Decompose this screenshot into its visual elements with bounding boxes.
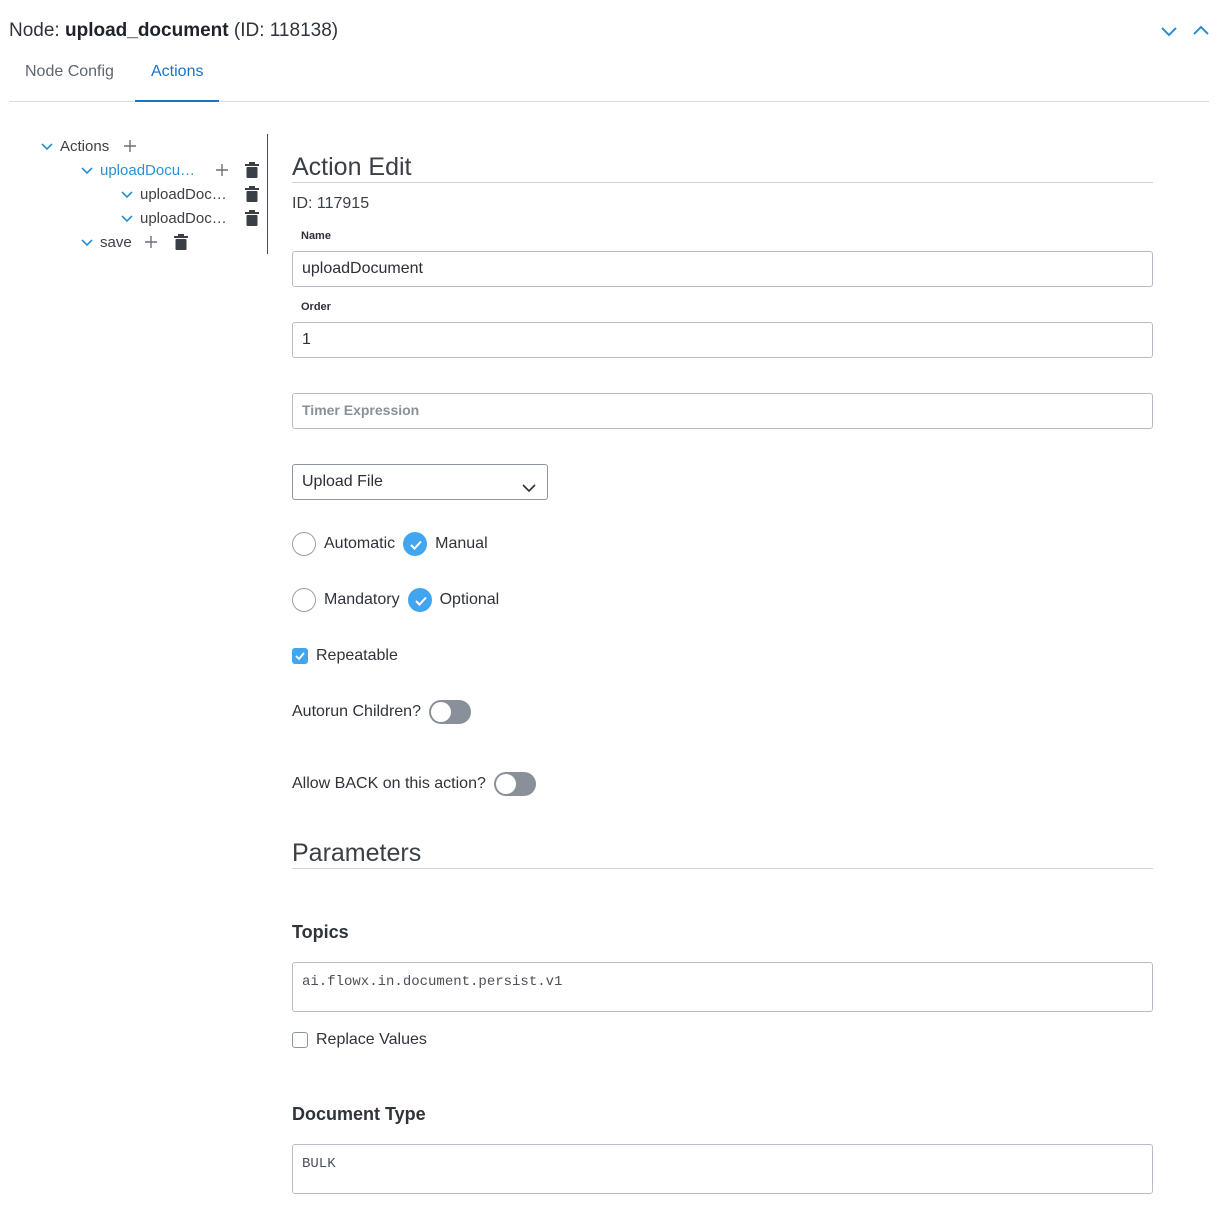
chevron-down-icon[interactable]	[80, 235, 94, 249]
plus-icon[interactable]	[123, 139, 137, 153]
name-label: Name	[301, 230, 331, 242]
chevron-down-icon[interactable]	[120, 211, 134, 225]
repeatable-checkbox[interactable]	[292, 648, 308, 664]
replace-values-label: Replace Values	[316, 1031, 427, 1048]
action-edit-title: Action Edit	[292, 153, 412, 181]
actions-tree: Actions uploadDocu… uploadDoc… uploadDoc…	[36, 134, 268, 254]
chevron-down-icon[interactable]	[40, 139, 54, 153]
repeatable-row: Repeatable	[292, 647, 398, 665]
tree-item[interactable]: uploadDoc…	[120, 182, 230, 206]
allow-back-label: Allow BACK on this action?	[292, 775, 486, 792]
manual-label: Manual	[435, 535, 488, 552]
topics-label: Topics	[292, 922, 349, 942]
tree-item[interactable]: save	[80, 230, 132, 254]
toggle-knob	[495, 774, 516, 794]
node-title-prefix: Node:	[9, 20, 60, 41]
replace-values-row: Replace Values	[292, 1031, 427, 1049]
document-type-textarea[interactable]: BULK	[292, 1144, 1153, 1194]
trash-icon[interactable]	[174, 234, 188, 250]
tab-bar: Node Config Actions	[9, 52, 1209, 102]
tree-label[interactable]: uploadDoc…	[140, 210, 227, 227]
automatic-label: Automatic	[324, 535, 396, 552]
chevron-down-icon[interactable]	[1158, 20, 1180, 42]
tree-label[interactable]: uploadDoc…	[140, 186, 227, 203]
automatic-radio[interactable]	[292, 532, 316, 556]
trash-icon[interactable]	[245, 162, 259, 178]
tree-label[interactable]: save	[100, 234, 132, 251]
toggle-knob	[430, 702, 451, 722]
node-id: (ID: 118138)	[233, 20, 339, 41]
action-type-select[interactable]: Upload File	[292, 464, 548, 500]
tree-item[interactable]: uploadDoc…	[120, 206, 230, 230]
optional-radio[interactable]	[407, 588, 432, 612]
trash-icon[interactable]	[245, 186, 259, 202]
autorun-label: Autorun Children?	[292, 703, 421, 720]
allow-back-row: Allow BACK on this action?	[292, 772, 536, 796]
action-type-value: Upload File	[302, 473, 383, 490]
requirement-radio-group: Mandatory Optional	[292, 587, 507, 613]
plus-icon[interactable]	[215, 163, 229, 177]
tree-label[interactable]: uploadDocu…	[100, 162, 195, 179]
node-title: Node: upload_document (ID: 118138)	[9, 19, 338, 43]
action-id: ID: 117915	[292, 195, 370, 212]
topics-textarea[interactable]: ai.flowx.in.document.persist.v1	[292, 962, 1153, 1012]
chevron-down-icon[interactable]	[120, 187, 134, 201]
trigger-radio-group: Automatic Manual	[292, 531, 496, 557]
tab-node-config[interactable]: Node Config	[9, 52, 130, 102]
document-type-label: Document Type	[292, 1104, 426, 1124]
tab-actions[interactable]: Actions	[135, 52, 220, 102]
node-name: upload_document	[64, 20, 229, 41]
parameters-title: Parameters	[292, 839, 422, 867]
tree-item[interactable]: uploadDocu…	[80, 158, 200, 182]
order-input[interactable]	[292, 322, 1153, 358]
tree-root[interactable]: Actions	[40, 134, 109, 158]
plus-icon[interactable]	[144, 235, 158, 249]
mandatory-label: Mandatory	[324, 591, 400, 608]
autorun-row: Autorun Children?	[292, 700, 471, 724]
optional-label: Optional	[439, 591, 500, 608]
chevron-up-icon[interactable]	[1190, 20, 1212, 42]
order-label: Order	[301, 301, 331, 313]
allow-back-toggle[interactable]	[493, 772, 536, 796]
trash-icon[interactable]	[245, 210, 259, 226]
replace-values-checkbox[interactable]	[292, 1032, 308, 1048]
chevron-down-icon[interactable]	[80, 163, 94, 177]
name-input[interactable]	[292, 251, 1153, 287]
mandatory-radio[interactable]	[292, 588, 316, 612]
manual-radio[interactable]	[403, 532, 428, 556]
timer-expression-input[interactable]	[292, 393, 1153, 429]
repeatable-label: Repeatable	[316, 647, 398, 664]
chevron-down-icon	[521, 475, 537, 493]
divider	[292, 868, 1153, 869]
divider	[292, 182, 1153, 183]
autorun-toggle[interactable]	[428, 700, 471, 724]
tree-label[interactable]: Actions	[60, 138, 109, 155]
